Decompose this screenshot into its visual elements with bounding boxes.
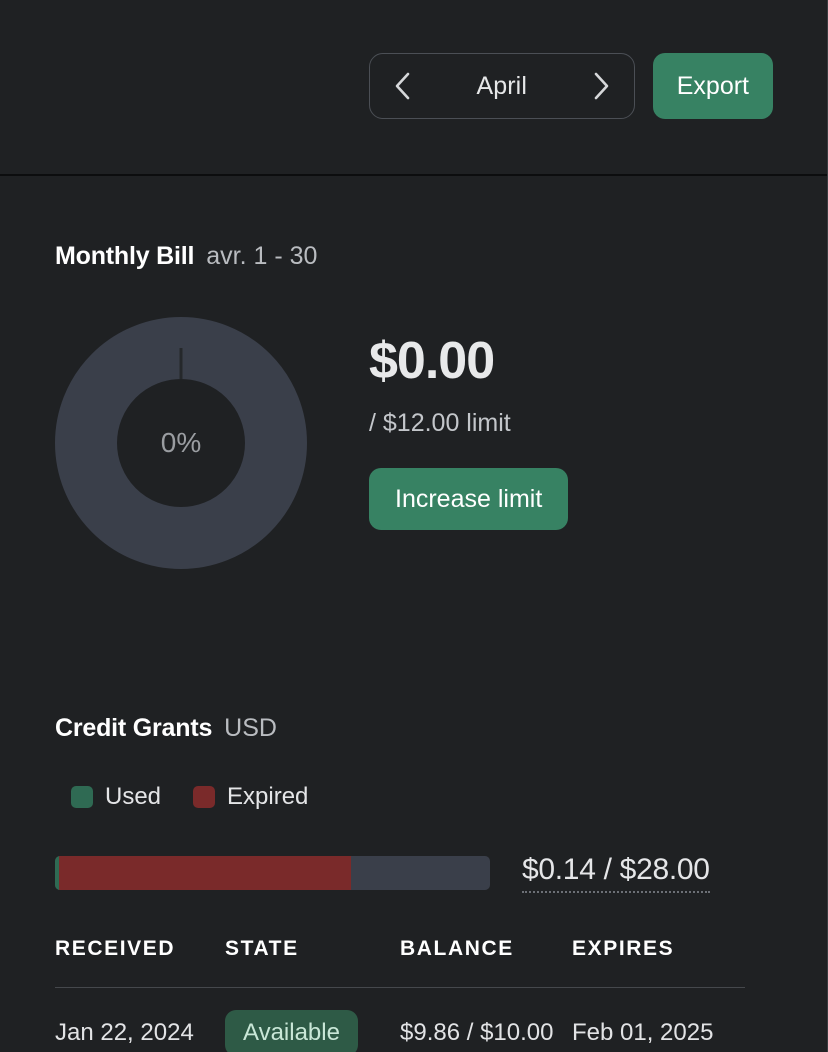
credit-grants-section: Credit Grants USD Used Expired $0.14 / $… — [55, 714, 775, 1052]
credit-grants-heading: Credit Grants — [55, 714, 213, 742]
legend-item-expired: Expired — [193, 783, 308, 811]
column-header-balance: BALANCE — [400, 937, 514, 960]
cell-balance: $9.86 / $10.00 — [400, 987, 572, 1052]
legend-label-expired: Expired — [227, 783, 309, 810]
page-header: April Export — [0, 0, 828, 176]
credit-meter-value: $0.14 / $28.00 — [522, 853, 710, 893]
increase-limit-button[interactable]: Increase limit — [369, 468, 569, 530]
bill-figures: $0.00 / $12.00 limit Increase limit — [369, 317, 569, 530]
monthly-bill-heading: Monthly Bill — [55, 242, 195, 270]
usage-percent-label: 0% — [160, 427, 202, 458]
usage-donut-chart: 0% — [55, 317, 307, 569]
credit-meter-row: $0.14 / $28.00 — [55, 853, 775, 893]
current-month-label: April — [476, 71, 527, 100]
next-month-button[interactable] — [570, 54, 634, 118]
chevron-right-icon — [592, 70, 612, 102]
column-header-received: RECEIVED — [55, 937, 176, 960]
table-header-row: RECEIVED STATE BALANCE EXPIRES — [55, 937, 745, 988]
legend-label-used: Used — [105, 783, 162, 810]
legend-item-used: Used — [71, 783, 161, 811]
month-navigator[interactable]: April — [368, 53, 635, 119]
cell-state: Available — [225, 987, 400, 1052]
column-header-state: STATE — [225, 937, 299, 960]
prev-month-button[interactable] — [370, 54, 434, 118]
cell-received: Jan 22, 2024 — [55, 987, 225, 1052]
table-row[interactable]: Jan 22, 2024 Available $9.86 / $10.00 Fe… — [55, 987, 745, 1052]
column-header-expires: EXPIRES — [572, 937, 675, 960]
header-divider — [0, 174, 828, 176]
legend-swatch-expired — [193, 786, 216, 808]
legend-swatch-used — [71, 786, 93, 808]
chevron-left-icon — [392, 70, 412, 102]
export-button[interactable]: Export — [652, 53, 773, 119]
credit-grants-legend: Used Expired — [55, 783, 775, 811]
credit-usage-meter — [55, 856, 490, 890]
monthly-bill-period: avr. 1 - 30 — [206, 242, 318, 270]
monthly-bill-body: 0% $0.00 / $12.00 limit Increase limit — [55, 317, 569, 569]
credit-grants-title: Credit Grants USD — [55, 714, 775, 743]
status-badge: Available — [225, 1010, 358, 1052]
meter-segment-expired — [59, 856, 351, 890]
header-controls: April Export — [368, 53, 773, 119]
monthly-bill-section: Monthly Bill avr. 1 - 30 0% $0.00 / $12.… — [55, 242, 569, 569]
cell-expires: Feb 01, 2025 — [572, 987, 745, 1052]
credit-grants-table: RECEIVED STATE BALANCE EXPIRES Jan 22, 2… — [55, 937, 745, 1052]
billing-page: April Export Monthly Bill avr. 1 - 30 0%… — [0, 0, 828, 1052]
bill-limit: / $12.00 limit — [369, 409, 511, 437]
monthly-bill-title: Monthly Bill avr. 1 - 30 — [55, 242, 568, 271]
credit-grants-currency: USD — [224, 714, 277, 742]
bill-amount: $0.00 — [369, 332, 495, 390]
